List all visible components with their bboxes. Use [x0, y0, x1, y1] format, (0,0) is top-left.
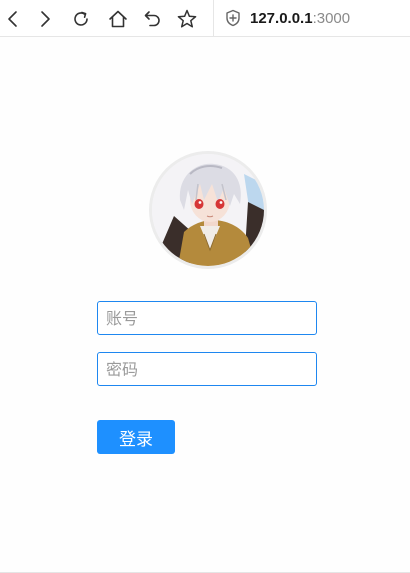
- reload-icon[interactable]: [68, 6, 94, 32]
- account-input[interactable]: [97, 301, 317, 335]
- undo-icon[interactable]: [140, 6, 166, 32]
- browser-window: 127.0.0.1:3000 账号 登录: [0, 0, 410, 573]
- home-icon[interactable]: [105, 6, 131, 32]
- back-icon[interactable]: [0, 6, 26, 32]
- bookmark-star-icon[interactable]: [174, 6, 200, 32]
- login-button[interactable]: 登录: [97, 420, 175, 454]
- toolbar-divider: [213, 0, 214, 37]
- avatar-image: [152, 154, 264, 266]
- browser-toolbar: 127.0.0.1:3000: [0, 0, 410, 37]
- forward-icon[interactable]: [32, 6, 58, 32]
- avatar: [149, 151, 267, 269]
- url-port: :3000: [312, 9, 351, 27]
- url-host: 127.0.0.1: [250, 9, 313, 27]
- password-input[interactable]: [97, 352, 317, 386]
- site-shield-icon[interactable]: [224, 9, 242, 27]
- address-bar[interactable]: 127.0.0.1:3000: [224, 6, 350, 30]
